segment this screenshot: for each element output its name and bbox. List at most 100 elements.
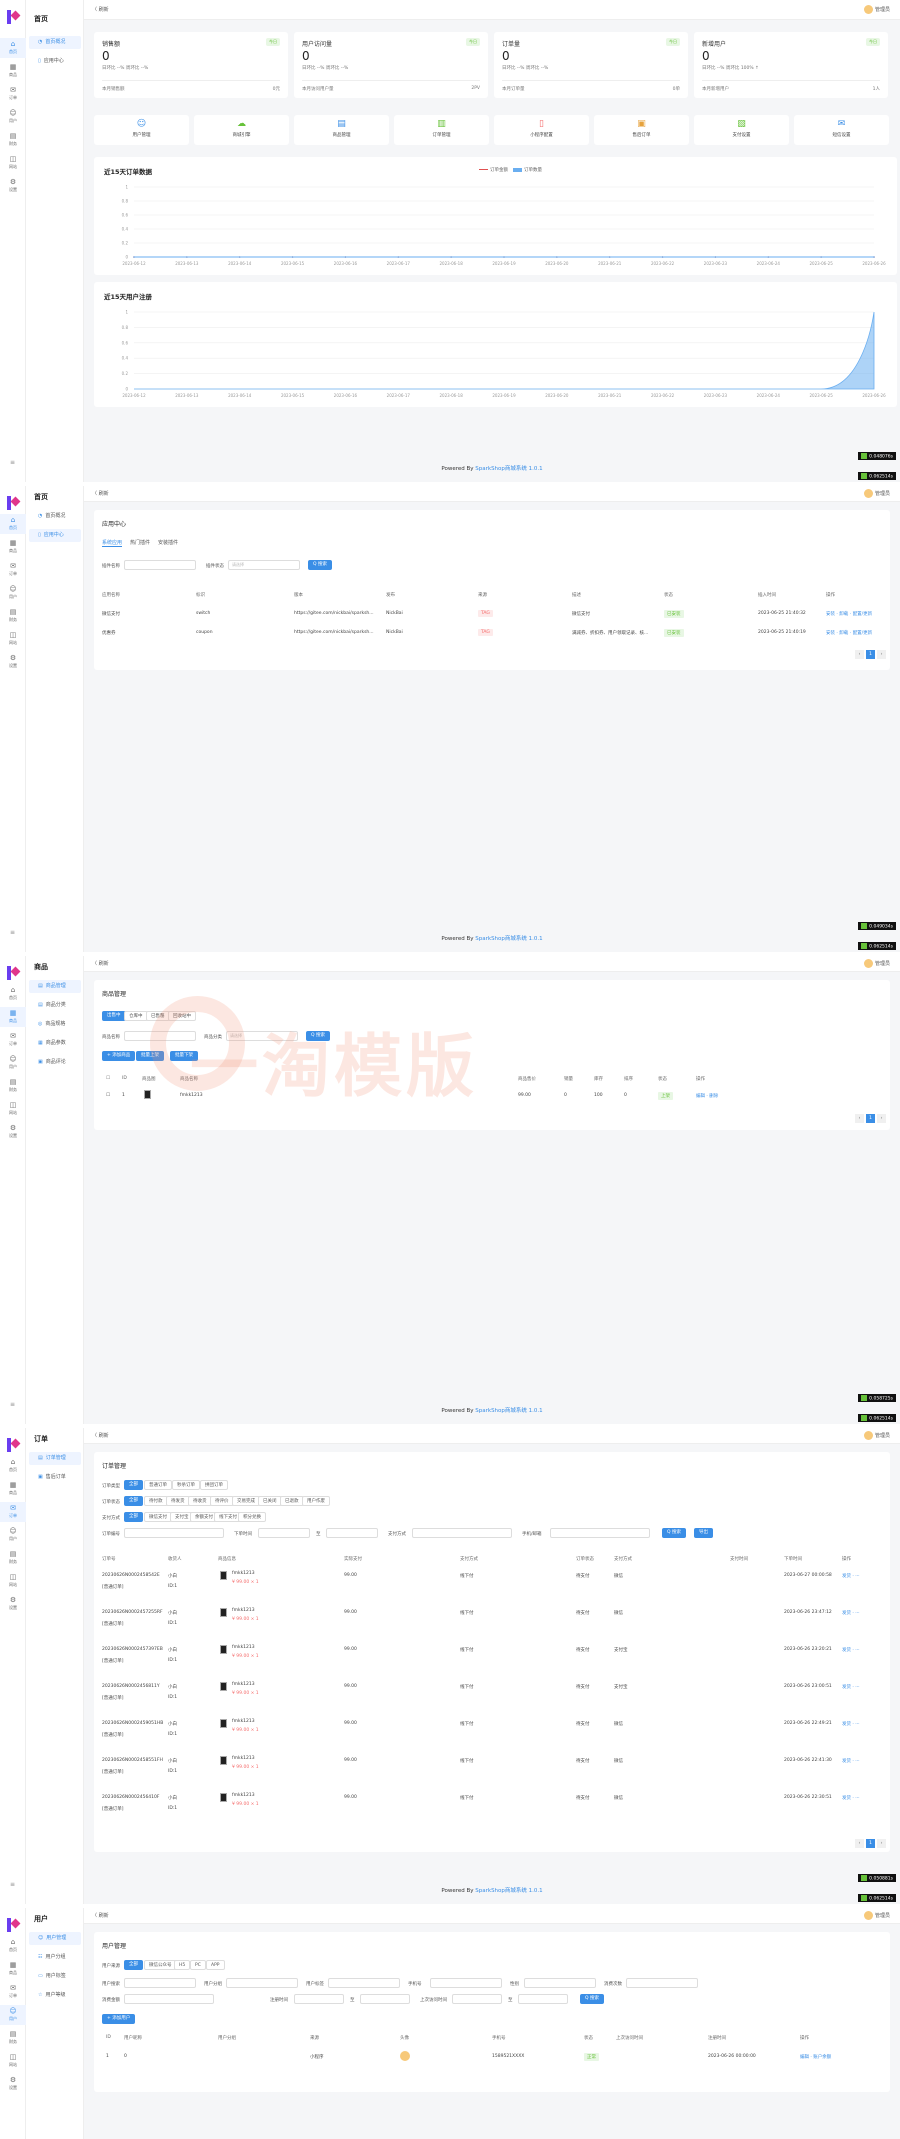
- admin-menu[interactable]: 管理员: [863, 1431, 890, 1440]
- rail-settings[interactable]: ⚙ 设置: [0, 1122, 26, 1142]
- quick-aftersale[interactable]: ▣ 售后订单: [594, 115, 689, 145]
- rail-goods[interactable]: ▦ 商品: [0, 1007, 26, 1027]
- row-actions[interactable]: 编辑 · 账户余额: [800, 2054, 831, 2060]
- order-status-complete[interactable]: 交易完成: [232, 1496, 260, 1506]
- quick-sms[interactable]: ✉ 短信设置: [794, 115, 889, 145]
- quick-miniprogram[interactable]: ▯ 小程序配置: [494, 115, 589, 145]
- source-all[interactable]: 全部: [124, 1960, 143, 1970]
- rail-finance[interactable]: ▤ 财务: [0, 1548, 26, 1568]
- order-status-review[interactable]: 待评价: [210, 1496, 234, 1506]
- rail-finance[interactable]: ▤ 财务: [0, 2028, 26, 2048]
- row-actions[interactable]: 安装 · 卸载 · 配置/更新: [826, 611, 872, 617]
- rail-settings[interactable]: ⚙ 设置: [0, 176, 26, 196]
- subnav-goods-manage[interactable]: ▤ 商品管理: [29, 980, 81, 993]
- order-type-group[interactable]: 拼团订单: [200, 1480, 228, 1490]
- refresh-button[interactable]: 〈 刷新: [92, 960, 109, 967]
- quick-goods[interactable]: ▤ 商品管理: [294, 115, 389, 145]
- collapse-icon[interactable]: ≡: [10, 1881, 15, 1888]
- row-actions[interactable]: 安装 · 卸载 · 配置/更新: [826, 630, 872, 636]
- admin-menu[interactable]: 管理员: [863, 489, 890, 498]
- refresh-button[interactable]: 〈 刷新: [92, 1912, 109, 1919]
- consume-count-input[interactable]: [626, 1978, 698, 1988]
- rail-finance[interactable]: ▤ 财务: [0, 606, 26, 626]
- pay-method-all[interactable]: 全部: [124, 1512, 143, 1522]
- quick-engine[interactable]: ☁ 商城引擎: [194, 115, 289, 145]
- order-type-seckill[interactable]: 秒杀订单: [172, 1480, 200, 1490]
- pay-method-wechat[interactable]: 微信支付: [144, 1512, 172, 1522]
- admin-menu[interactable]: 管理员: [863, 5, 890, 14]
- rail-home[interactable]: ⌂ 首页: [0, 1936, 26, 1956]
- search-button[interactable]: Q 搜索: [662, 1528, 686, 1538]
- plugin-status-select[interactable]: 请选择: [228, 560, 300, 570]
- row-actions[interactable]: 发货 · ···: [842, 1795, 860, 1801]
- order-status-all[interactable]: 全部: [124, 1496, 143, 1506]
- footer-link[interactable]: SparkShop商城系统 1.0.1: [475, 1888, 542, 1894]
- pay-method-select[interactable]: [412, 1528, 512, 1538]
- add-user-button[interactable]: + 添加用户: [102, 2014, 136, 2024]
- collapse-icon[interactable]: ≡: [10, 459, 15, 466]
- consume-amount-input[interactable]: [124, 1994, 214, 2004]
- rail-goods[interactable]: ▦ 商品: [0, 1959, 26, 1979]
- order-status-unreceived[interactable]: 待收货: [188, 1496, 212, 1506]
- subnav-order-manage[interactable]: ▤ 订单管理: [29, 1452, 81, 1465]
- rail-website[interactable]: ◫ 网站: [0, 1099, 26, 1119]
- order-status-refunded[interactable]: 已退款: [280, 1496, 304, 1506]
- row-actions[interactable]: 发货 · ···: [842, 1758, 860, 1764]
- search-button[interactable]: Q 搜索: [580, 1994, 604, 2004]
- date-start-input[interactable]: [258, 1528, 310, 1538]
- rail-users[interactable]: ☺ 用户: [0, 583, 26, 603]
- footer-link[interactable]: SparkShop商城系统 1.0.1: [475, 1408, 542, 1414]
- rail-users[interactable]: ☺ 用户: [0, 1053, 26, 1073]
- gender-select[interactable]: [524, 1978, 596, 1988]
- refresh-button[interactable]: 〈 刷新: [92, 490, 109, 497]
- source-wechat[interactable]: 微信公众号: [144, 1960, 177, 1970]
- row-actions[interactable]: 发货 · ···: [842, 1647, 860, 1653]
- rail-users[interactable]: ☺ 用户: [0, 1525, 26, 1545]
- rail-orders[interactable]: ✉ 订单: [0, 1982, 26, 2002]
- footer-link[interactable]: SparkShop商城系统 1.0.1: [475, 936, 542, 942]
- footer-link[interactable]: SparkShop商城系统 1.0.1: [475, 466, 542, 472]
- quick-user-manage[interactable]: ☺ 用户管理: [94, 115, 189, 145]
- user-group-select[interactable]: [226, 1978, 298, 1988]
- rail-goods[interactable]: ▦ 商品: [0, 1479, 26, 1499]
- rail-users[interactable]: ☺ 用户: [0, 2005, 26, 2025]
- user-search-input[interactable]: [124, 1978, 196, 1988]
- subnav-goods-params[interactable]: ▦ 商品参数: [29, 1037, 81, 1050]
- subnav-overview[interactable]: ◔ 首页概况: [29, 510, 81, 523]
- plugin-name-input[interactable]: [124, 560, 196, 570]
- order-status-closed[interactable]: 已关闭: [258, 1496, 282, 1506]
- row-actions[interactable]: 发货 · ···: [842, 1573, 860, 1579]
- subnav-app-center[interactable]: ▯ 应用中心: [29, 529, 81, 542]
- subnav-goods-spec[interactable]: ◎ 商品规格: [29, 1018, 81, 1031]
- row-actions[interactable]: 发货 · ···: [842, 1684, 860, 1690]
- rail-orders[interactable]: ✉ 订单: [0, 1502, 26, 1522]
- rail-orders[interactable]: ✉ 订单: [0, 560, 26, 580]
- tab-on-sale[interactable]: 出售中: [102, 1011, 126, 1021]
- add-goods-button[interactable]: + 添加商品: [102, 1051, 136, 1061]
- visit-end-input[interactable]: [518, 1994, 568, 2004]
- rail-finance[interactable]: ▤ 财务: [0, 1076, 26, 1096]
- rail-settings[interactable]: ⚙ 设置: [0, 2074, 26, 2094]
- subnav-app-center[interactable]: ▯ 应用中心: [29, 55, 81, 68]
- order-type-normal[interactable]: 普通订单: [144, 1480, 172, 1490]
- rail-website[interactable]: ◫ 网站: [0, 1571, 26, 1591]
- rail-settings[interactable]: ⚙ 设置: [0, 1594, 26, 1614]
- order-status-unshipped[interactable]: 待发货: [166, 1496, 190, 1506]
- rail-website[interactable]: ◫ 网站: [0, 629, 26, 649]
- subnav-goods-category[interactable]: ▤ 商品分类: [29, 999, 81, 1012]
- reg-start-input[interactable]: [294, 1994, 344, 2004]
- rail-home[interactable]: ⌂ 首页: [0, 1456, 26, 1476]
- tab-in-warehouse[interactable]: 仓库中: [124, 1011, 148, 1021]
- user-tag-select[interactable]: [328, 1978, 400, 1988]
- source-h5[interactable]: H5: [174, 1960, 191, 1970]
- pagination[interactable]: ‹ 1 ›: [853, 1839, 886, 1848]
- subnav-user-level[interactable]: ☆ 用户等级: [29, 1989, 81, 2002]
- reg-end-input[interactable]: [360, 1994, 410, 2004]
- subnav-aftersale[interactable]: ▣ 售后订单: [29, 1471, 81, 1484]
- pay-method-points[interactable]: 积分兑换: [238, 1512, 266, 1522]
- search-button[interactable]: Q 搜索: [308, 560, 332, 570]
- rail-website[interactable]: ◫ 网站: [0, 2051, 26, 2071]
- source-app[interactable]: APP: [206, 1960, 225, 1970]
- rail-home[interactable]: ⌂ 首页: [0, 38, 26, 58]
- pagination[interactable]: ‹ 1 ›: [853, 1114, 886, 1123]
